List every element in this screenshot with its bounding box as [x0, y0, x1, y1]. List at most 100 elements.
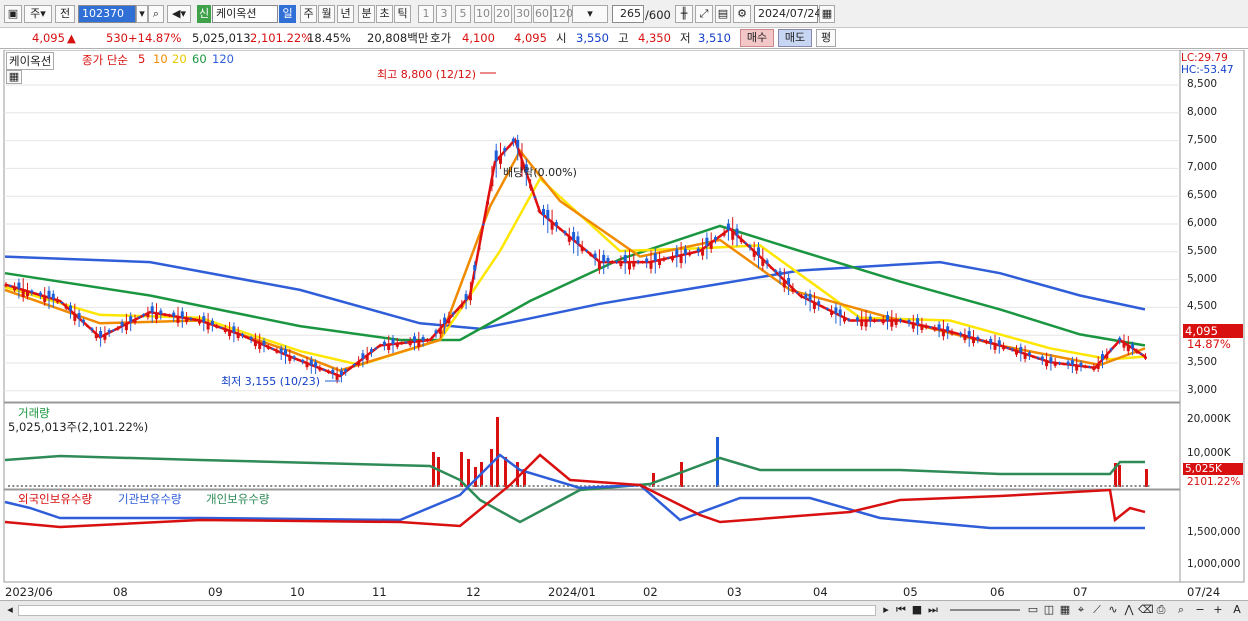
window-icon[interactable]: ▣ — [4, 5, 22, 23]
volume-bar — [231, 485, 234, 487]
candle-body — [903, 321, 907, 323]
print-icon[interactable]: ⎙ — [1154, 603, 1168, 618]
table-icon[interactable]: ▦ — [6, 70, 22, 84]
volume-bar — [59, 485, 62, 487]
prev-button[interactable]: 전 — [55, 5, 75, 23]
eval-button[interactable]: 평 — [816, 29, 836, 47]
candle-body — [572, 232, 576, 241]
fibo-icon[interactable]: ∿ — [1106, 603, 1120, 618]
period-tab-5[interactable]: 초 — [376, 5, 393, 23]
cursor-icon[interactable]: ⌖ — [1074, 603, 1088, 618]
zoom-out-icon[interactable]: − — [1194, 603, 1206, 618]
scroll-left-icon[interactable]: ◂ — [4, 603, 16, 618]
scroll-right-icon[interactable]: ▸ — [880, 603, 892, 618]
volume-bar — [945, 485, 948, 487]
volume-ratio: 2,101.22% — [250, 31, 313, 45]
search-icon[interactable]: ⌕ — [148, 5, 164, 23]
period-tab-3[interactable]: 년 — [337, 5, 354, 23]
interval-button-5[interactable]: 30 — [514, 5, 532, 23]
interval-button-0[interactable]: 1 — [418, 5, 434, 23]
eraser-icon[interactable]: ⌫ — [1138, 603, 1154, 618]
candle-body — [443, 317, 447, 324]
candle-body — [176, 316, 180, 323]
stock-code-input[interactable]: 102370 — [78, 5, 136, 23]
interval-button-6[interactable]: 60 — [533, 5, 551, 23]
volume-bar — [235, 485, 238, 487]
trendline-icon[interactable]: ⟋ — [1090, 603, 1104, 618]
split-icon[interactable]: ◫ — [1042, 603, 1056, 618]
speaker-icon[interactable]: ◀▾ — [167, 5, 191, 23]
market-select[interactable]: 주▾ — [24, 5, 52, 23]
candle-body — [1126, 345, 1130, 352]
period-tab-0[interactable]: 일 — [279, 5, 296, 23]
period-tab-2[interactable]: 월 — [318, 5, 335, 23]
calendar-icon[interactable]: ▦ — [819, 5, 835, 23]
candle-body — [993, 344, 997, 350]
date-input[interactable]: 2024/07/24 — [754, 5, 821, 23]
volume-bar — [188, 485, 191, 487]
volume-bar — [46, 485, 49, 487]
interval-button-4[interactable]: 20 — [494, 5, 512, 23]
period-tab-4[interactable]: 분 — [358, 5, 375, 23]
interval-button-7[interactable]: 120 — [551, 5, 573, 23]
volume-bar — [704, 485, 707, 487]
candle-body — [17, 282, 21, 289]
zoom-icon[interactable]: ⌕ — [1174, 603, 1188, 618]
layout-icon[interactable]: ▭ — [1026, 603, 1040, 618]
volume-bar — [476, 485, 479, 487]
candle-body — [769, 267, 773, 269]
volume-bar — [115, 485, 118, 487]
chart-area[interactable]: 케이옥션 ▦ 종가 단순 5 10 20 60 120 LC:29.79 HC:… — [0, 49, 1248, 600]
time-axis-label: 03 — [727, 585, 742, 599]
bottom-navigator: ◂ ▸ ⏮ ■ ⏭ ▭ ◫ ▦ ⌖ ⟋ ∿ ⋀ ⌫ ⎙ ⌕ − + A — [0, 600, 1248, 621]
stock-name-field[interactable]: 케이옥션 — [212, 5, 278, 23]
pattern-icon[interactable]: ⋀ — [1122, 603, 1136, 618]
volume-bar — [352, 485, 354, 487]
zoom-in-icon[interactable]: + — [1212, 603, 1224, 618]
volume-bar — [825, 485, 827, 487]
candle-body — [1101, 354, 1104, 360]
volume-bar — [128, 485, 131, 487]
stop-icon[interactable]: ■ — [910, 603, 924, 618]
period-tab-6[interactable]: 틱 — [394, 5, 411, 23]
compare-icon[interactable]: ⤢ — [695, 5, 713, 23]
volume-bar — [769, 485, 772, 487]
price-tick: 6,500 — [1187, 189, 1218, 202]
candle-body — [1032, 356, 1036, 358]
interval-dropdown[interactable]: ▾ — [572, 5, 608, 23]
market-label: 주 — [30, 7, 41, 20]
volume-bar — [192, 485, 195, 487]
grid-icon[interactable]: ▦ — [1058, 603, 1072, 618]
period-tab-1[interactable]: 주 — [300, 5, 317, 23]
volume-bar — [33, 485, 36, 487]
sell-button[interactable]: 매도 — [778, 29, 812, 47]
candle-body — [860, 320, 864, 327]
interval-button-2[interactable]: 5 — [455, 5, 471, 23]
forward-icon[interactable]: ⏭ — [926, 603, 940, 618]
candle-body — [387, 344, 391, 350]
interval-button-1[interactable]: 3 — [436, 5, 452, 23]
save-icon[interactable]: ▤ — [715, 5, 731, 23]
volume-bar — [162, 485, 165, 487]
volume-bar — [790, 485, 793, 487]
bid-price: 4,095 — [514, 31, 547, 45]
horizontal-scrollbar[interactable] — [18, 605, 876, 616]
candle-icon[interactable]: ╫ — [675, 5, 693, 23]
rewind-icon[interactable]: ⏮ — [894, 603, 908, 618]
candle-body — [1066, 361, 1070, 365]
zoom-slider[interactable] — [950, 609, 1020, 611]
volume-bar — [665, 485, 668, 487]
font-size-icon[interactable]: A — [1230, 603, 1244, 618]
code-dropdown-icon[interactable]: ▾ — [136, 5, 148, 23]
buy-button[interactable]: 매수 — [740, 29, 774, 47]
count-input[interactable]: 265 — [612, 5, 644, 23]
candle-body — [206, 323, 210, 330]
gear-icon[interactable]: ⚙ — [733, 5, 751, 23]
candle-body — [886, 314, 889, 321]
volume-bar — [467, 459, 470, 487]
stock-chart[interactable] — [0, 49, 1248, 600]
candle-body — [327, 371, 330, 373]
candle-body — [645, 258, 649, 263]
interval-button-3[interactable]: 10 — [474, 5, 492, 23]
volume-bar — [1126, 485, 1128, 487]
